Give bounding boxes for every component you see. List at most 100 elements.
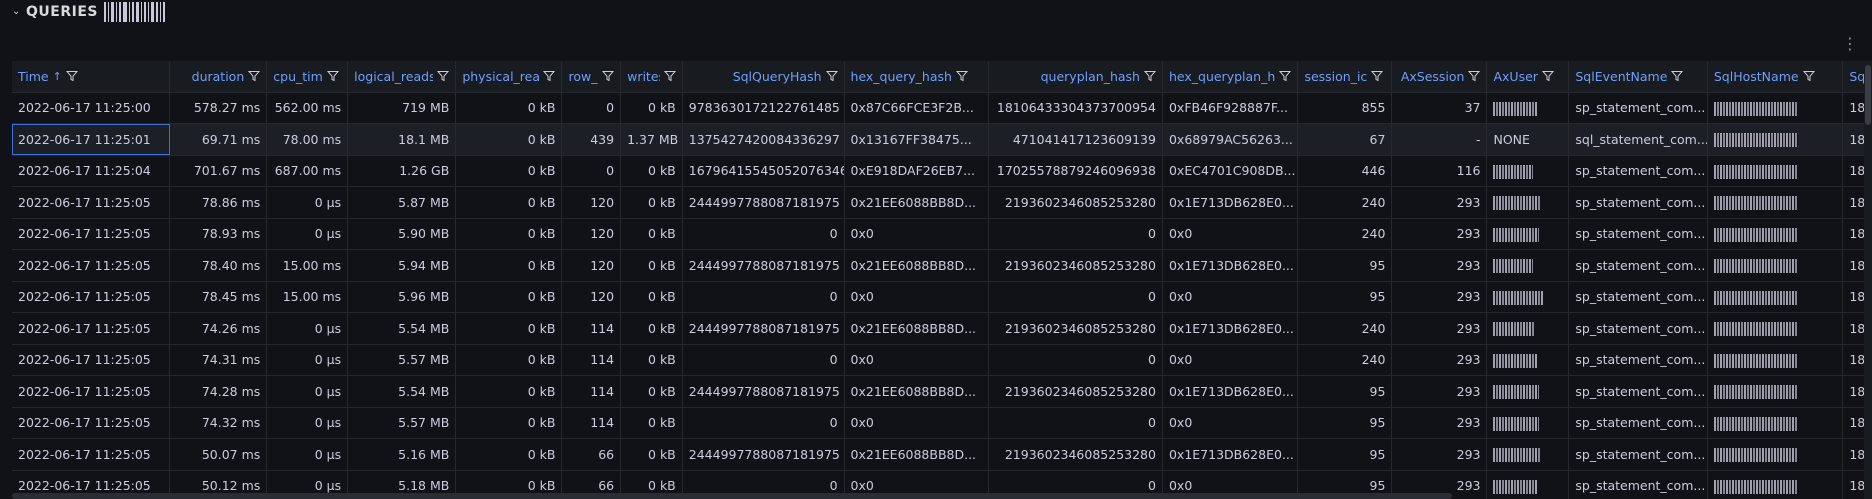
table-cell: [1707, 344, 1844, 376]
table-cell: 0 kB: [620, 375, 683, 408]
filter-icon[interactable]: [1143, 70, 1157, 82]
horizontal-scrollbar[interactable]: [12, 493, 1452, 499]
table-cell: 0x21EE6088BB8D...: [844, 438, 990, 471]
table-row[interactable]: 2022-06-17 11:25:05 74.28 ms 0 µs 5.54 MB 0 …: [12, 375, 1872, 408]
table-row[interactable]: 2022-06-17 11:25:05 78.40 ms 15.00 ms 5.94 …: [12, 249, 1872, 282]
column-header-3[interactable]: logical_reads: [347, 61, 457, 93]
sort-ascending-icon[interactable]: ↑: [53, 70, 62, 83]
table-cell: 0x0: [1162, 407, 1299, 439]
table-row[interactable]: 2022-06-17 11:25:05 74.26 ms 0 µs 5.54 MB 0 …: [12, 312, 1872, 345]
table-cell: 78.00 ms: [266, 123, 349, 156]
chevron-down-icon[interactable]: ⌄: [12, 7, 22, 17]
table-row[interactable]: 2022-06-17 11:25:00 578.27 ms 562.00 ms 719…: [12, 92, 1872, 124]
column-header-label[interactable]: SqlHostName: [1714, 69, 1799, 84]
table-cell: 114: [561, 344, 622, 376]
table-cell: 50.07 ms: [169, 438, 268, 471]
column-header-label[interactable]: cpu_tim: [273, 69, 323, 84]
table-cell: 0x0: [844, 218, 990, 250]
column-header-1[interactable]: duration: [169, 61, 268, 93]
column-header-label[interactable]: logical_reads: [354, 69, 433, 84]
table-cell: NONE: [1486, 123, 1570, 156]
table-row[interactable]: 2022-06-17 11:25:05 74.32 ms 0 µs 5.57 MB 0 …: [12, 407, 1872, 439]
column-header-15[interactable]: SqlHostName: [1707, 61, 1844, 93]
filter-icon[interactable]: [1279, 70, 1292, 82]
table-cell: 0 µs: [266, 344, 349, 376]
table-cell: 2022-06-17 11:25:00: [12, 92, 171, 124]
table-cell: 74.26 ms: [169, 312, 268, 345]
column-header-label[interactable]: physical_reads: [462, 69, 539, 84]
column-header-7[interactable]: SqlQueryHash: [682, 61, 845, 93]
table-cell: [1707, 470, 1844, 499]
filter-icon[interactable]: [1802, 70, 1815, 82]
table-row[interactable]: 2022-06-17 11:25:05 74.31 ms 0 µs 5.57 MB 0 …: [12, 344, 1872, 376]
table-row[interactable]: 2022-06-17 11:25:05 78.86 ms 0 µs 5.87 MB 0 …: [12, 186, 1872, 219]
column-header-label[interactable]: SqlEventName: [1575, 69, 1667, 84]
table-row[interactable]: 2022-06-17 11:25:05 78.45 ms 15.00 ms 5.96 …: [12, 281, 1872, 313]
filter-icon[interactable]: [1468, 70, 1481, 82]
table-cell: [1707, 218, 1844, 250]
table-cell: 293: [1391, 186, 1488, 219]
table-cell: 5.54 MB: [347, 375, 457, 408]
column-header-10[interactable]: hex_queryplan_ha: [1162, 61, 1299, 93]
panel-header[interactable]: ⌄ QUERIES: [0, 0, 1872, 24]
table-cell: 0: [682, 407, 845, 439]
table-cell: 0 kB: [455, 186, 563, 219]
table-cell: 2444997788087181975: [682, 375, 845, 408]
column-header-2[interactable]: cpu_tim: [266, 61, 349, 93]
column-header-label[interactable]: AxSession: [1401, 69, 1465, 84]
column-header-label[interactable]: hex_query_hash: [851, 69, 952, 84]
table-header-row: Time ↑ duration cpu_tim logical_reads physica…: [12, 61, 1872, 93]
column-header-5[interactable]: row_c: [561, 61, 622, 93]
table-cell: 439: [561, 123, 622, 156]
filter-icon[interactable]: [663, 70, 676, 82]
filter-icon[interactable]: [1371, 70, 1384, 82]
table-cell: 0x1E713DB628E0...: [1162, 186, 1299, 219]
column-header-4[interactable]: physical_reads: [455, 61, 563, 93]
filter-icon[interactable]: [602, 70, 615, 82]
filter-icon[interactable]: [1541, 70, 1555, 82]
filter-icon[interactable]: [248, 70, 261, 82]
vertical-dots-icon[interactable]: ⋮: [1842, 36, 1858, 52]
table-cell: 0: [988, 281, 1163, 313]
column-header-9[interactable]: queryplan_hash: [988, 61, 1163, 93]
column-header-label[interactable]: AxUser: [1493, 69, 1537, 84]
column-header-12[interactable]: AxSession: [1391, 61, 1488, 93]
column-header-0[interactable]: Time ↑: [12, 61, 171, 93]
filter-icon[interactable]: [326, 70, 339, 82]
filter-icon[interactable]: [65, 70, 78, 82]
table-cell: 0: [561, 155, 622, 187]
vertical-scrollbar[interactable]: [1864, 61, 1872, 499]
column-header-label[interactable]: hex_queryplan_ha: [1169, 69, 1275, 84]
table-cell: 2022-06-17 11:25:05: [12, 249, 171, 282]
column-header-label[interactable]: row_c: [568, 69, 598, 84]
column-header-6[interactable]: writes: [620, 61, 683, 93]
redacted-value: [1713, 196, 1798, 210]
table-row[interactable]: 2022-06-17 11:25:01 69.71 ms 78.00 ms 18.1 …: [12, 123, 1872, 156]
table-cell: 0 µs: [266, 407, 349, 439]
filter-icon[interactable]: [1671, 70, 1684, 82]
filter-icon[interactable]: [825, 70, 838, 82]
table-row[interactable]: 2022-06-17 11:25:04 701.67 ms 687.00 ms 1.2…: [12, 155, 1872, 187]
scrollbar-thumb[interactable]: [1865, 65, 1871, 125]
column-header-label[interactable]: SqlQueryHash: [733, 69, 822, 84]
column-header-14[interactable]: SqlEventName: [1568, 61, 1708, 93]
filter-icon[interactable]: [437, 70, 450, 82]
column-header-label[interactable]: writes: [627, 69, 660, 84]
column-header-label[interactable]: duration: [192, 69, 245, 84]
panel-title[interactable]: QUERIES: [26, 4, 98, 20]
column-header-13[interactable]: AxUser: [1486, 61, 1570, 93]
filter-icon[interactable]: [955, 70, 969, 82]
table-row[interactable]: 2022-06-17 11:25:05 78.93 ms 0 µs 5.90 MB 0 …: [12, 218, 1872, 250]
column-header-11[interactable]: session_ic: [1297, 61, 1393, 93]
column-header-label[interactable]: Sq: [1849, 69, 1865, 84]
column-header-8[interactable]: hex_query_hash: [844, 61, 990, 93]
table-cell: 0 kB: [455, 218, 563, 250]
column-header-label[interactable]: queryplan_hash: [1041, 69, 1140, 84]
table-cell: [1707, 375, 1844, 408]
filter-icon[interactable]: [543, 70, 556, 82]
column-header-label[interactable]: session_ic: [1304, 69, 1367, 84]
table-row[interactable]: 2022-06-17 11:25:05 50.07 ms 0 µs 5.16 MB 0 …: [12, 438, 1872, 471]
table-cell: 95: [1297, 249, 1393, 282]
column-header-label[interactable]: Time: [18, 69, 49, 84]
table-cell: 0 µs: [266, 312, 349, 345]
